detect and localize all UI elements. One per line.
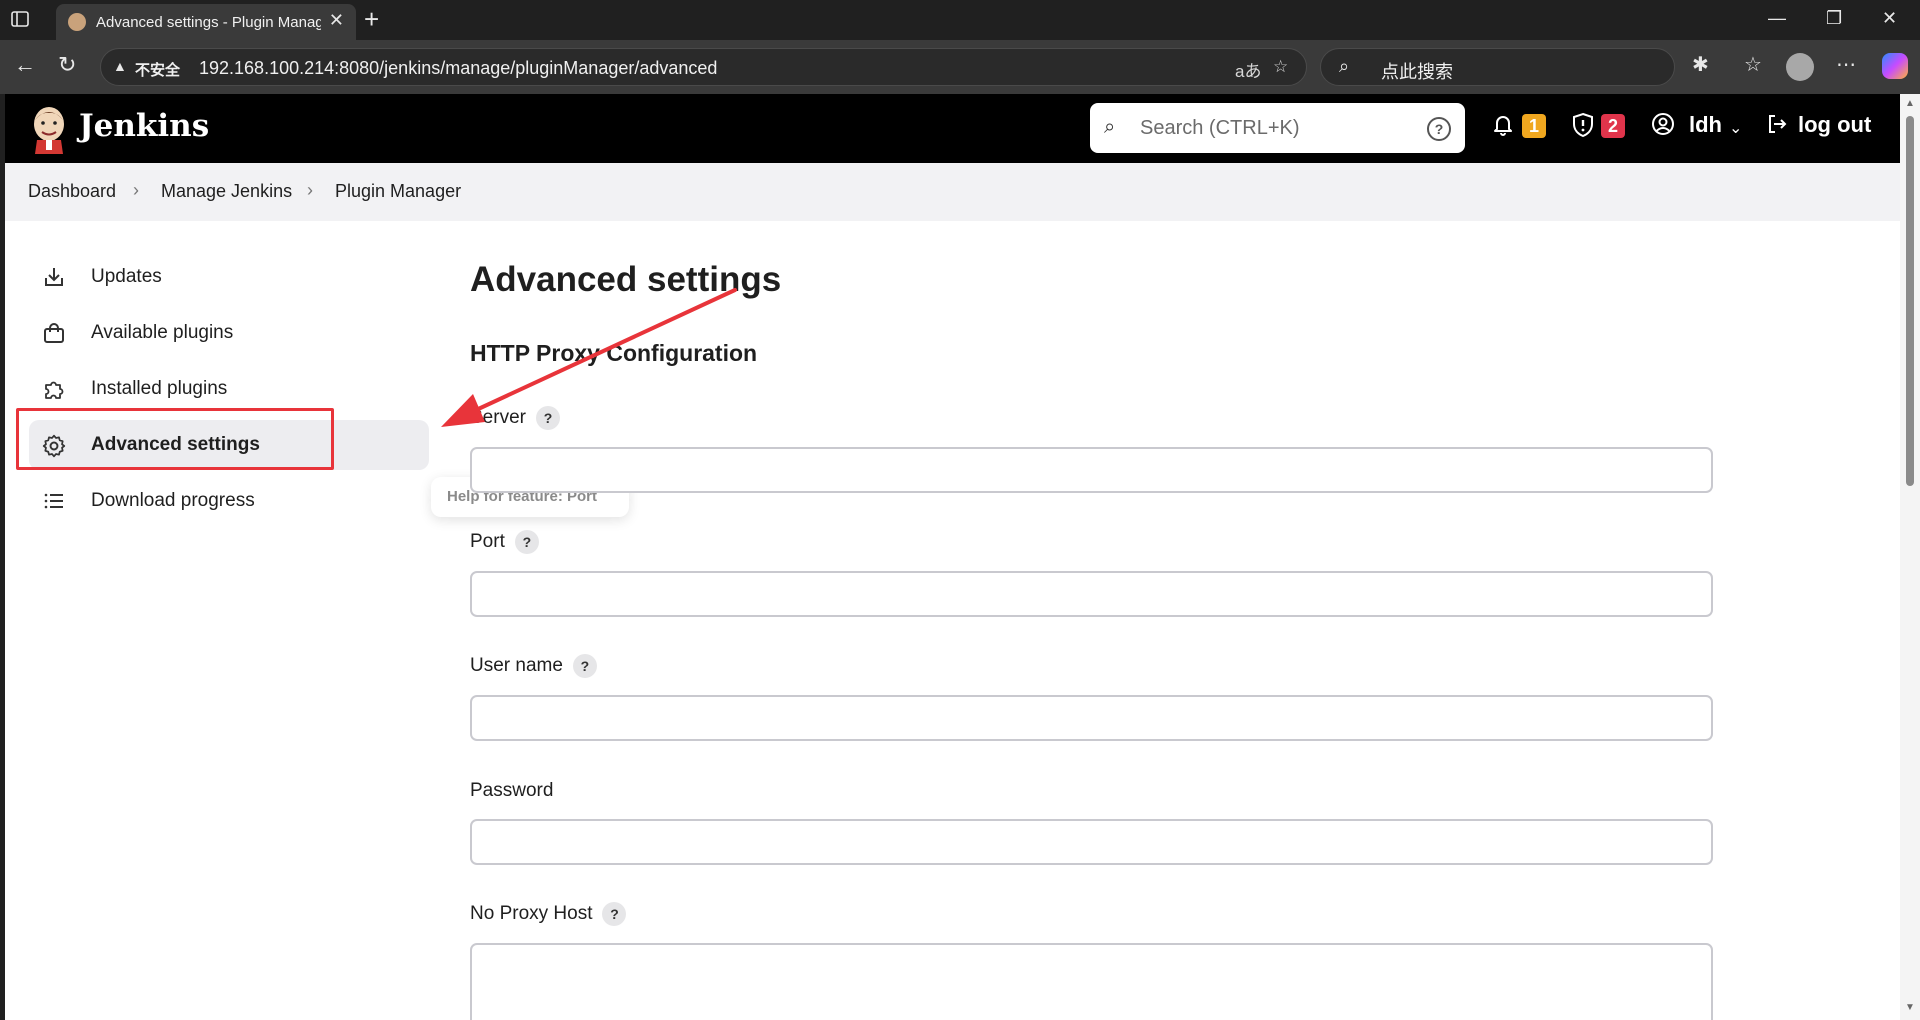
minimize-icon[interactable]: — bbox=[1768, 8, 1786, 29]
page-scrollbar[interactable]: ▲ ▼ bbox=[1900, 94, 1920, 1020]
more-menu-icon[interactable]: ⋯ bbox=[1836, 52, 1856, 77]
close-tab-icon[interactable]: ✕ bbox=[329, 10, 344, 31]
favorite-star-icon[interactable]: ☆ bbox=[1273, 57, 1288, 77]
extensions-icon[interactable]: ✱ bbox=[1692, 52, 1709, 77]
tab-actions-icon[interactable] bbox=[10, 9, 38, 33]
insecure-label: 不安全 bbox=[135, 62, 181, 79]
restore-icon[interactable]: ❐ bbox=[1826, 8, 1842, 29]
url-text[interactable]: 192.168.100.214:8080/jenkins/manage/plug… bbox=[199, 58, 717, 79]
browser-tabbar: Advanced settings - Plugin Manager ✕ + —… bbox=[0, 0, 1920, 40]
address-bar[interactable]: ▲ 不安全 192.168.100.214:8080/jenkins/manag… bbox=[100, 48, 1307, 86]
favorites-icon[interactable]: ☆ bbox=[1744, 52, 1762, 77]
page-viewport: Jenkins ⌕ Search (CTRL+K) ? 1 2 ldh ⌄ lo… bbox=[5, 94, 1900, 1020]
browser-search-placeholder: 点此搜索 bbox=[1381, 62, 1453, 82]
profile-avatar[interactable] bbox=[1786, 53, 1814, 81]
annotation-arrow-icon bbox=[441, 288, 737, 427]
back-icon[interactable]: ← bbox=[14, 52, 36, 78]
browser-search-box[interactable]: ⌕ 点此搜索 bbox=[1320, 48, 1675, 86]
browser-tab-active[interactable]: Advanced settings - Plugin Manager ✕ bbox=[56, 4, 356, 40]
scrollbar-thumb[interactable] bbox=[1906, 116, 1914, 486]
tab-title: Advanced settings - Plugin Manager bbox=[96, 14, 321, 31]
copilot-icon[interactable] bbox=[1882, 53, 1908, 79]
refresh-icon[interactable]: ↻ bbox=[58, 52, 76, 78]
new-tab-icon[interactable]: + bbox=[364, 4, 379, 35]
scroll-down-icon[interactable]: ▼ bbox=[1905, 1002, 1915, 1013]
browser-toolbar: ← ↻ ▲ 不安全 192.168.100.214:8080/jenkins/m… bbox=[0, 40, 1920, 94]
search-icon: ⌕ bbox=[1339, 56, 1350, 76]
jenkins-favicon-icon bbox=[68, 13, 86, 31]
close-window-icon[interactable]: ✕ bbox=[1882, 8, 1897, 29]
read-aloud-icon[interactable]: aあ bbox=[1235, 57, 1261, 82]
warning-icon: ▲ bbox=[113, 58, 127, 74]
scroll-up-icon[interactable]: ▲ bbox=[1905, 98, 1915, 109]
